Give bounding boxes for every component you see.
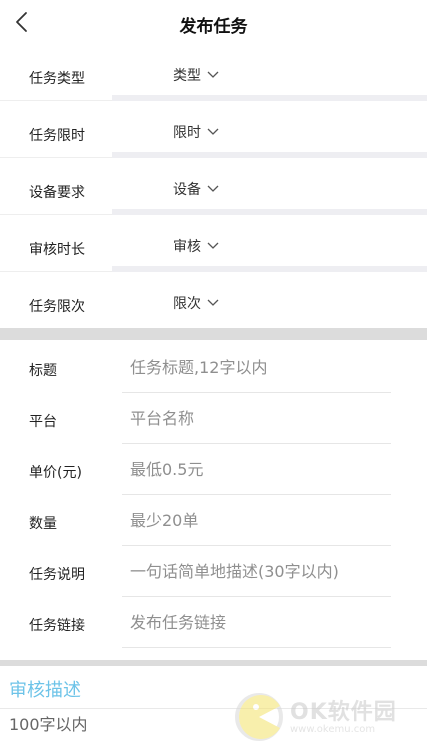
form-row-link: 任务链接 — [0, 597, 427, 648]
field-label: 任务链接 — [29, 618, 85, 634]
select-value[interactable]: 限时 — [173, 122, 219, 142]
form-row-description: 任务说明 — [0, 546, 427, 597]
select-value[interactable]: 审核 — [173, 236, 219, 256]
pacman-logo-icon — [235, 693, 283, 741]
field-label: 任务说明 — [29, 567, 85, 583]
chevron-down-icon — [207, 242, 219, 249]
select-value-text: 设备 — [173, 182, 201, 198]
chevron-down-icon — [207, 185, 219, 192]
watermark-name: OK软件园 — [290, 699, 397, 725]
form-row-unit-price: 单价(元) — [0, 444, 427, 495]
select-value-text: 审核 — [173, 239, 201, 255]
task-link-input[interactable] — [122, 605, 391, 639]
select-task-limit[interactable]: 任务限次 限次 — [0, 272, 427, 329]
chevron-down-icon — [207, 128, 219, 135]
select-value[interactable]: 类型 — [173, 65, 219, 85]
select-value-text: 限次 — [173, 296, 201, 312]
select-task-type[interactable]: 任务类型 类型 — [0, 44, 427, 101]
section-separator — [0, 660, 427, 666]
select-label: 任务限时 — [29, 128, 85, 144]
quantity-input[interactable] — [122, 503, 391, 537]
section-separator — [0, 328, 427, 340]
select-label: 任务限次 — [29, 299, 85, 315]
select-label: 审核时长 — [29, 242, 85, 258]
select-value-text: 类型 — [173, 68, 201, 84]
select-device-requirement[interactable]: 设备要求 设备 — [0, 158, 427, 215]
form-row-title: 标题 — [0, 342, 427, 393]
select-label: 设备要求 — [29, 185, 85, 201]
field-label: 单价(元) — [29, 465, 82, 481]
select-review-duration[interactable]: 审核时长 审核 — [0, 215, 427, 272]
unit-price-input[interactable] — [122, 452, 391, 486]
field-label: 平台 — [29, 414, 57, 430]
form-row-quantity: 数量 — [0, 495, 427, 546]
review-title: 审核描述 — [9, 680, 81, 701]
select-value[interactable]: 限次 — [173, 293, 219, 313]
divider — [122, 647, 391, 648]
form-row-platform: 平台 — [0, 393, 427, 444]
page-title: 发布任务 — [179, 17, 248, 37]
select-value[interactable]: 设备 — [173, 179, 219, 199]
field-label: 标题 — [29, 363, 57, 379]
divider — [0, 708, 427, 709]
top-bar: 发布任务 — [0, 0, 427, 44]
watermark: OK软件园 www.okemu.com — [234, 691, 419, 743]
select-value-text: 限时 — [173, 125, 201, 141]
description-input[interactable] — [122, 554, 391, 588]
chevron-down-icon — [207, 71, 219, 78]
platform-input[interactable] — [122, 401, 391, 435]
field-label: 数量 — [29, 516, 57, 532]
select-time-limit[interactable]: 任务限时 限时 — [0, 101, 427, 158]
review-description-input[interactable] — [9, 711, 239, 737]
chevron-down-icon — [207, 299, 219, 306]
watermark-url: www.okemu.com — [290, 723, 376, 735]
select-label: 任务类型 — [29, 71, 85, 87]
title-input[interactable] — [122, 350, 391, 384]
